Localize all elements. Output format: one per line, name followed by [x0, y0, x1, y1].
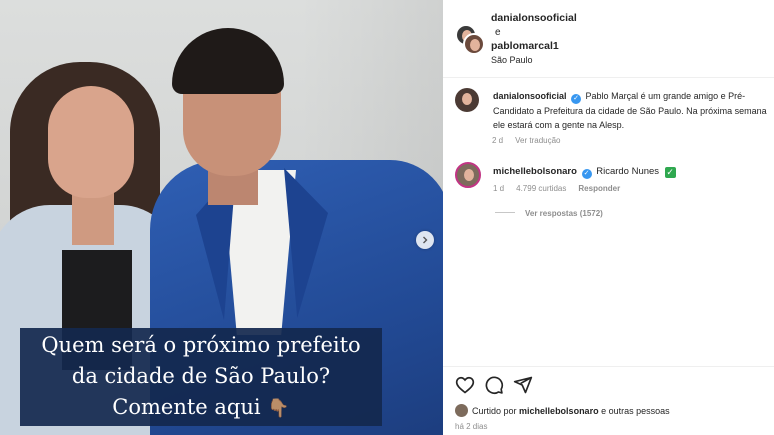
caption-age: 2 d: [492, 136, 504, 145]
share-icon[interactable]: [513, 375, 533, 395]
username-link[interactable]: michellebolsonaro: [493, 166, 577, 177]
avatar[interactable]: [463, 33, 485, 55]
avatar-face: [470, 39, 480, 51]
next-image-button[interactable]: [416, 231, 434, 249]
post-header: danialonsooficial e pablomarcal1 São Pau…: [443, 0, 774, 78]
caption-line-3-text: Comente aqui: [112, 395, 261, 419]
caption-line-2: da cidade de São Paulo?: [71, 364, 331, 388]
comment-likes[interactable]: 4.799 curtidas: [516, 184, 566, 193]
check-mark-icon: ✓: [664, 167, 676, 178]
collab-conjunction: e: [495, 27, 501, 38]
liked-by-suffix[interactable]: e outras pessoas: [601, 406, 670, 416]
action-bar: [443, 366, 774, 396]
post-time: há 2 dias: [455, 422, 488, 431]
caption-line-3: Comente aqui 👇🏽: [20, 392, 382, 424]
caption-text: danialonsooficial ✓ Pablo Marçal é um gr…: [493, 89, 767, 132]
location-link[interactable]: São Paulo: [491, 55, 533, 65]
caption-line-1: Quem será o próximo prefeito: [41, 333, 361, 357]
comment-age: 1 d: [493, 184, 505, 193]
avatar[interactable]: [455, 88, 479, 112]
verified-icon: ✓: [571, 94, 582, 104]
replies-divider: [495, 212, 515, 213]
avatar-face: [462, 93, 472, 105]
verified-icon: ✓: [581, 169, 592, 179]
man-hair: [172, 28, 284, 94]
comment-icon[interactable]: [484, 375, 504, 395]
chevron-right-icon: [423, 236, 428, 244]
username-link[interactable]: michellebolsonaro: [519, 406, 599, 416]
view-replies-button[interactable]: Ver respostas (1572): [495, 209, 603, 218]
comment-meta: 1 d 4.799 curtidas Responder: [493, 184, 632, 193]
username-link[interactable]: pablomarcal1: [491, 40, 559, 52]
woman-face: [48, 86, 134, 198]
translate-link[interactable]: Ver tradução: [515, 136, 560, 145]
heart-icon[interactable]: [455, 375, 475, 395]
comment-text: michellebolsonaro ✓ Ricardo Nunes ✓: [493, 166, 676, 179]
username-link[interactable]: danialonsooficial: [491, 12, 577, 24]
liked-by: Curtido por michellebolsonaro e outras p…: [455, 404, 670, 417]
avatar[interactable]: [455, 404, 468, 417]
avatar-face: [464, 169, 474, 181]
username-link[interactable]: danialonsooficial: [493, 91, 567, 101]
liked-by-prefix: Curtido por: [472, 406, 517, 416]
post-photo: Quem será o próximo prefeito da cidade d…: [0, 0, 443, 435]
comment-body: Ricardo Nunes: [596, 166, 660, 177]
pointing-down-emoji: 👇🏽: [267, 398, 290, 419]
collab-avatars[interactable]: [455, 24, 485, 55]
caption-meta: 2 d Ver tradução: [492, 136, 573, 145]
caption-overlay: Quem será o próximo prefeito da cidade d…: [20, 328, 382, 426]
reply-button[interactable]: Responder: [578, 184, 620, 193]
post-side-panel: danialonsooficial e pablomarcal1 São Pau…: [443, 0, 774, 435]
view-replies-label: Ver respostas (1572): [525, 209, 603, 218]
avatar[interactable]: [455, 162, 481, 188]
